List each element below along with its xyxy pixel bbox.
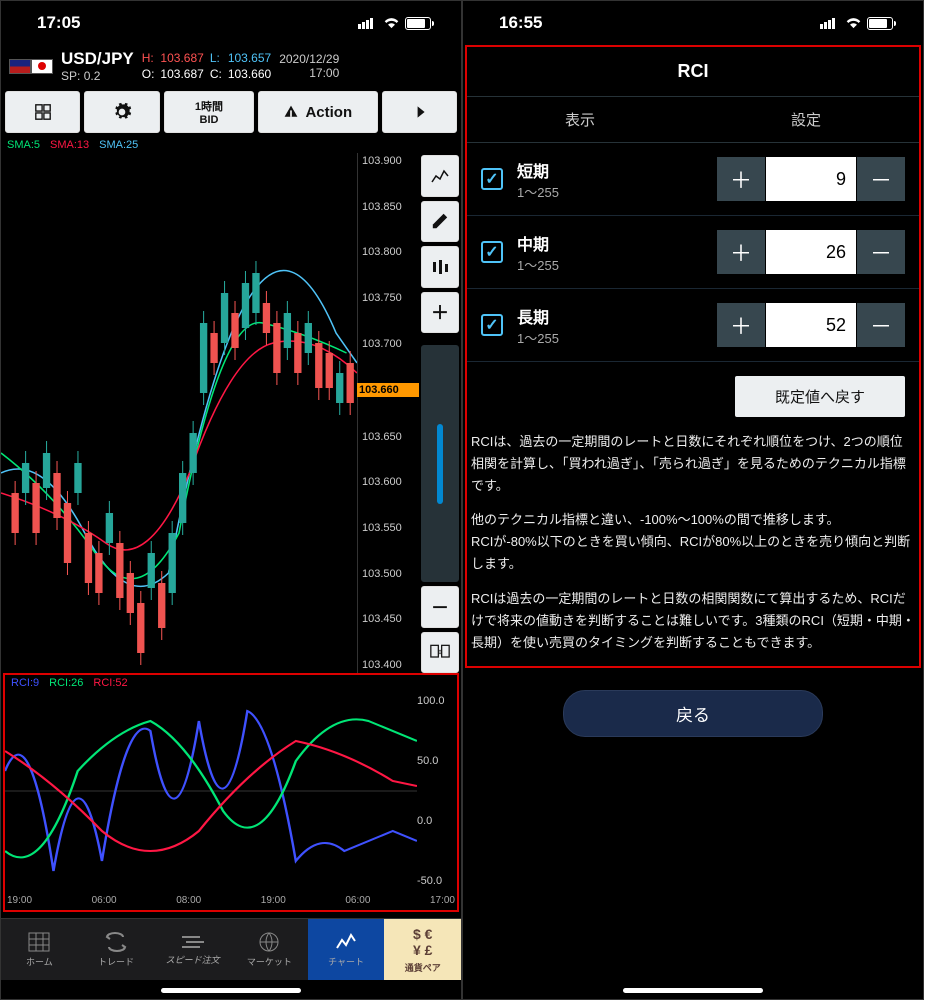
period-value[interactable]: 9 (766, 157, 856, 201)
action-button[interactable]: Action (258, 91, 378, 133)
candlestyle-button[interactable] (421, 246, 459, 288)
period-row-1: ✓ 中期1〜255 ＋ 26 － (467, 216, 919, 289)
zoom-out-button[interactable]: － (421, 586, 459, 628)
timeframe-button[interactable]: 1時間BID (164, 91, 254, 133)
reset-defaults-button[interactable]: 既定値へ戻す (735, 376, 905, 417)
back-button[interactable]: 戻る (563, 690, 823, 737)
play-button[interactable] (382, 91, 457, 133)
increment-button[interactable]: ＋ (717, 303, 765, 347)
period-row-2: ✓ 長期1〜255 ＋ 52 － (467, 289, 919, 362)
period-range: 1〜255 (517, 328, 717, 347)
rci-description-1: RCIは、過去の一定期間のレートと日数にそれぞれ順位をつけ、2つの順位相関を計算… (467, 431, 919, 509)
status-time: 16:55 (499, 13, 542, 33)
nav-market[interactable]: マーケット (231, 919, 308, 980)
decrement-button[interactable]: － (857, 303, 905, 347)
nav-chart[interactable]: チャート (308, 919, 385, 980)
sma-legend: SMA:5 SMA:13 SMA:25 (1, 137, 461, 153)
period-label: 中期 (517, 231, 717, 255)
rci-description-3: RCIは過去の一定期間のレートと日数の相関関数にて算出するため、RCIだけで将来… (467, 588, 919, 666)
rci-settings-screen: 16:55 RCI 表示 設定 ✓ 短期1〜255 ＋ 9 － ✓ 中期1〜25… (462, 0, 924, 1000)
ohlc-panel: H:103.687 L:103.657 O:103.687 C:103.660 (142, 51, 271, 81)
settings-button[interactable] (84, 91, 159, 133)
price-chart[interactable] (1, 153, 357, 673)
period-range: 1〜255 (517, 255, 717, 274)
rci-panel: RCI:9 RCI:26 RCI:52 100.050.00.0-50.0 19… (3, 673, 459, 912)
decrement-button[interactable]: － (857, 157, 905, 201)
pair-flags (9, 59, 53, 74)
signal-icon (820, 17, 840, 29)
rci-description-2: 他のテクニカル指標と違い、-100%〜100%の間で推移します。 RCIが-80… (467, 509, 919, 587)
enable-checkbox[interactable]: ✓ (481, 168, 503, 190)
rci-y-axis: 100.050.00.0-50.0 (417, 691, 457, 891)
pair-symbol: USD/JPY (61, 49, 134, 69)
nav-trade[interactable]: トレード (78, 919, 155, 980)
layout-button[interactable] (5, 91, 80, 133)
wifi-icon (383, 17, 400, 29)
home-indicator[interactable] (623, 988, 763, 993)
settings-tabs: 表示 設定 (467, 97, 919, 143)
nav-speed[interactable]: スピード注文 (154, 919, 231, 980)
tab-display[interactable]: 表示 (467, 97, 693, 142)
vertical-scrollbar[interactable] (421, 345, 459, 582)
chart-tools: ＋ － (419, 153, 461, 673)
nav-home[interactable]: ホーム (1, 919, 78, 980)
fullscreen-button[interactable] (421, 632, 459, 674)
wifi-icon (845, 17, 862, 29)
period-label: 長期 (517, 304, 717, 328)
period-range: 1〜255 (517, 182, 717, 201)
draw-button[interactable] (421, 201, 459, 243)
bottom-nav: ホーム トレード スピード注文 マーケット チャート $ €¥ £通貨ペア (1, 918, 461, 980)
flag-jp-icon (31, 59, 53, 74)
indicators-button[interactable] (421, 155, 459, 197)
decrement-button[interactable]: － (857, 230, 905, 274)
pair-header: USD/JPY SP: 0.2 H:103.687 L:103.657 O:10… (1, 45, 461, 87)
period-stepper: ＋ 52 － (717, 303, 905, 347)
enable-checkbox[interactable]: ✓ (481, 314, 503, 336)
home-indicator[interactable] (161, 988, 301, 993)
battery-icon (405, 17, 431, 30)
signal-icon (358, 17, 378, 29)
battery-icon (867, 17, 893, 30)
enable-checkbox[interactable]: ✓ (481, 241, 503, 263)
rci-legend: RCI:9 RCI:26 RCI:52 (5, 675, 457, 691)
rci-chart[interactable] (5, 691, 417, 891)
status-bar: 16:55 (463, 1, 923, 45)
status-bar: 17:05 (1, 1, 461, 45)
period-stepper: ＋ 9 － (717, 157, 905, 201)
status-time: 17:05 (37, 13, 80, 33)
chart-screen: 17:05 USD/JPY SP: 0.2 H:103.687 L:103.65… (0, 0, 462, 1000)
tab-config[interactable]: 設定 (693, 97, 919, 142)
period-value[interactable]: 52 (766, 303, 856, 347)
period-label: 短期 (517, 158, 717, 182)
zoom-in-button[interactable]: ＋ (421, 292, 459, 334)
rci-settings-panel: RCI 表示 設定 ✓ 短期1〜255 ＋ 9 － ✓ 中期1〜255 ＋ 26… (465, 45, 921, 668)
time-axis: 19:0006:0008:0019:0006:0017:00 (5, 891, 457, 910)
spread-value: 0.2 (84, 69, 101, 83)
increment-button[interactable]: ＋ (717, 157, 765, 201)
chart-toolbar: 1時間BID Action (1, 87, 461, 137)
chart-datetime: 2020/12/2917:00 (279, 52, 339, 80)
flag-us-icon (9, 59, 31, 74)
period-row-0: ✓ 短期1〜255 ＋ 9 － (467, 143, 919, 216)
current-price-tag: 103.660 (355, 383, 419, 397)
period-value[interactable]: 26 (766, 230, 856, 274)
nav-currency-pair[interactable]: $ €¥ £通貨ペア (384, 919, 461, 980)
period-stepper: ＋ 26 － (717, 230, 905, 274)
price-y-axis: 103.900103.850103.800103.750103.700 103.… (357, 153, 419, 673)
increment-button[interactable]: ＋ (717, 230, 765, 274)
settings-title: RCI (467, 47, 919, 97)
